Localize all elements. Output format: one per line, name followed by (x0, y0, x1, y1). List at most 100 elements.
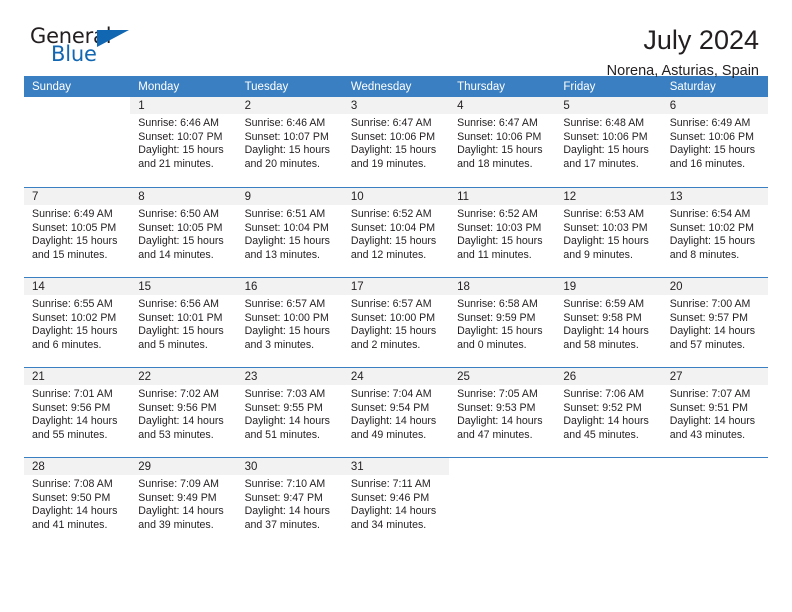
day-cell-18[interactable]: 18 Sunrise: 6:58 AM Sunset: 9:59 PM Dayligh… (449, 278, 556, 367)
day-info-line: Sunrise: 7:08 AM (32, 478, 113, 490)
day-info-line: Sunrise: 6:46 AM (244, 117, 326, 129)
day-cell-9[interactable]: 9 Sunrise: 6:51 AM Sunset: 10:04 PM Dayligh… (236, 188, 343, 277)
day-info-line: and 21 minutes. (138, 157, 214, 170)
day-sun-info: Sunrise: 7:01 AM Sunset: 9:56 PM Daylight:… (24, 385, 130, 442)
day-info-line: Sunset: 10:04 PM (244, 221, 329, 234)
day-sun-info: Sunrise: 6:53 AM Sunset: 10:03 PM Daylight… (555, 205, 661, 262)
day-info-line: Sunrise: 7:00 AM (669, 298, 751, 310)
day-cell-22[interactable]: 22 Sunrise: 7:02 AM Sunset: 9:56 PM Dayligh… (130, 368, 237, 457)
day-info-line: Daylight: 15 hours (457, 235, 543, 248)
day-info-line: Sunrise: 6:55 AM (32, 298, 113, 310)
day-cell-2[interactable]: 2 Sunrise: 6:46 AM Sunset: 10:07 PM Dayligh… (236, 97, 343, 187)
day-info-line: Sunset: 10:06 PM (563, 130, 648, 143)
day-number: 27 (661, 368, 768, 385)
day-cell-25[interactable]: 25 Sunrise: 7:05 AM Sunset: 9:53 PM Dayligh… (449, 368, 556, 457)
day-cell-23[interactable]: 23 Sunrise: 7:03 AM Sunset: 9:55 PM Dayligh… (236, 368, 343, 457)
day-info-line: Sunset: 10:05 PM (138, 221, 223, 234)
day-cell-13[interactable]: 13 Sunrise: 6:54 AM Sunset: 10:02 PM Daylig… (661, 188, 768, 277)
day-info-line: Daylight: 15 hours (669, 144, 756, 157)
day-cell-5[interactable]: 5 Sunrise: 6:48 AM Sunset: 10:06 PM Dayligh… (555, 97, 662, 187)
day-cell-29[interactable]: 29 Sunrise: 7:09 AM Sunset: 9:49 PM Dayligh… (130, 458, 237, 547)
day-info-line: Sunset: 10:00 PM (350, 311, 436, 324)
day-info-line: and 13 minutes. (244, 248, 320, 261)
day-cell-15[interactable]: 15 Sunrise: 6:56 AM Sunset: 10:01 PM Daylig… (130, 278, 237, 367)
day-cell-1[interactable]: 1 Sunrise: 6:46 AM Sunset: 10:07 PM Dayligh… (130, 97, 237, 187)
day-info-line: and 0 minutes. (457, 338, 527, 351)
day-info-line: Sunrise: 6:57 AM (350, 298, 432, 310)
day-cell-empty (24, 97, 130, 187)
day-info-line: Daylight: 15 hours (457, 325, 543, 338)
day-info-line: Sunset: 10:02 PM (32, 311, 117, 324)
day-info-line: and 2 minutes. (350, 338, 421, 351)
day-sun-info: Sunrise: 6:49 AM Sunset: 10:05 PM Daylight… (24, 205, 130, 262)
day-cell-24[interactable]: 24 Sunrise: 7:04 AM Sunset: 9:54 PM Dayligh… (342, 368, 450, 457)
day-info-line: Sunset: 9:56 PM (32, 401, 111, 414)
day-number: 17 (342, 278, 450, 295)
day-cell-27[interactable]: 27 Sunrise: 7:07 AM Sunset: 9:51 PM Dayligh… (661, 368, 768, 457)
day-cell-3[interactable]: 3 Sunrise: 6:47 AM Sunset: 10:06 PM Dayligh… (342, 97, 450, 187)
page-subtitle: Norena, Asturias, Spain (606, 63, 759, 80)
day-cell-empty (555, 458, 661, 547)
day-info-line: Sunset: 9:50 PM (32, 491, 111, 504)
day-sun-info: Sunrise: 6:59 AM Sunset: 9:58 PM Daylight:… (555, 295, 661, 352)
day-number (662, 458, 768, 475)
day-info-line: Daylight: 14 hours (244, 415, 330, 428)
day-info-line: Sunrise: 7:02 AM (138, 388, 219, 400)
day-cell-12[interactable]: 12 Sunrise: 6:53 AM Sunset: 10:03 PM Daylig… (555, 188, 662, 277)
day-info-line: and 3 minutes. (244, 338, 315, 351)
day-cell-16[interactable]: 16 Sunrise: 6:57 AM Sunset: 10:00 PM Daylig… (236, 278, 343, 367)
day-info-line: Sunrise: 7:11 AM (350, 478, 431, 490)
day-cell-26[interactable]: 26 Sunrise: 7:06 AM Sunset: 9:52 PM Dayligh… (555, 368, 662, 457)
day-info-line: Daylight: 15 hours (244, 325, 330, 338)
day-number: 31 (342, 458, 450, 475)
day-sun-info: Sunrise: 6:48 AM Sunset: 10:06 PM Daylight… (555, 114, 661, 171)
day-info-line: Sunset: 9:58 PM (563, 311, 642, 324)
day-cell-10[interactable]: 10 Sunrise: 6:52 AM Sunset: 10:04 PM Daylig… (342, 188, 450, 277)
day-info-line: Daylight: 14 hours (350, 505, 437, 518)
day-info-line: and 15 minutes. (32, 248, 108, 261)
day-cell-28[interactable]: 28 Sunrise: 7:08 AM Sunset: 9:50 PM Dayligh… (24, 458, 131, 547)
day-cell-31[interactable]: 31 Sunrise: 7:11 AM Sunset: 9:46 PM Dayligh… (342, 458, 450, 547)
day-info-line: Daylight: 15 hours (669, 235, 756, 248)
day-sun-info: Sunrise: 6:47 AM Sunset: 10:06 PM Daylight… (449, 114, 555, 171)
day-info-line: and 57 minutes. (669, 338, 746, 351)
generalblue-logo[interactable]: General Blue (24, 26, 136, 70)
day-sun-info: Sunrise: 7:10 AM Sunset: 9:47 PM Daylight:… (237, 475, 343, 532)
day-number: 26 (555, 368, 662, 385)
calendar-grid: Sunday Monday Tuesday Wednesday Thursday Frid… (24, 76, 768, 547)
day-info-line: and 6 minutes. (32, 338, 102, 351)
day-info-line: Sunset: 10:06 PM (457, 130, 542, 143)
day-info-line: Sunrise: 7:05 AM (457, 388, 538, 400)
day-sun-info: Sunrise: 7:04 AM Sunset: 9:54 PM Daylight:… (343, 385, 449, 442)
day-number: 29 (130, 458, 237, 475)
day-info-line: Daylight: 15 hours (350, 325, 437, 338)
day-cell-6[interactable]: 6 Sunrise: 6:49 AM Sunset: 10:06 PM Dayligh… (661, 97, 768, 187)
day-cell-empty (662, 458, 768, 547)
day-cell-19[interactable]: 19 Sunrise: 6:59 AM Sunset: 9:58 PM Dayligh… (555, 278, 662, 367)
day-info-line: Daylight: 14 hours (350, 415, 437, 428)
day-sun-info: Sunrise: 7:11 AM Sunset: 9:46 PM Daylight:… (343, 475, 449, 532)
day-cell-7[interactable]: 7 Sunrise: 6:49 AM Sunset: 10:05 PM Dayligh… (24, 188, 131, 277)
day-number: 6 (661, 97, 768, 114)
day-info-line: Daylight: 15 hours (244, 235, 330, 248)
day-info-line: Sunset: 10:01 PM (138, 311, 223, 324)
day-info-line: Daylight: 14 hours (138, 505, 224, 518)
day-info-line: and 19 minutes. (350, 157, 427, 170)
day-cell-20[interactable]: 20 Sunrise: 7:00 AM Sunset: 9:57 PM Dayligh… (661, 278, 768, 367)
day-info-line: and 51 minutes. (244, 428, 320, 441)
day-cell-11[interactable]: 11 Sunrise: 6:52 AM Sunset: 10:03 PM Daylig… (449, 188, 556, 277)
weekday-header-tuesday: Tuesday (244, 80, 289, 93)
day-number: 5 (555, 97, 662, 114)
day-info-line: Daylight: 15 hours (563, 235, 649, 248)
day-info-line: and 47 minutes. (457, 428, 533, 441)
day-cell-30[interactable]: 30 Sunrise: 7:10 AM Sunset: 9:47 PM Dayligh… (236, 458, 343, 547)
day-cell-21[interactable]: 21 Sunrise: 7:01 AM Sunset: 9:56 PM Dayligh… (24, 368, 131, 457)
day-info-line: Daylight: 15 hours (138, 144, 224, 157)
day-sun-info: Sunrise: 6:52 AM Sunset: 10:04 PM Daylight… (343, 205, 449, 262)
day-cell-17[interactable]: 17 Sunrise: 6:57 AM Sunset: 10:00 PM Daylig… (342, 278, 450, 367)
day-cell-8[interactable]: 8 Sunrise: 6:50 AM Sunset: 10:05 PM Dayligh… (130, 188, 237, 277)
day-cell-4[interactable]: 4 Sunrise: 6:47 AM Sunset: 10:06 PM Dayligh… (449, 97, 556, 187)
weekday-header-thursday: Thursday (457, 80, 506, 93)
day-cell-14[interactable]: 14 Sunrise: 6:55 AM Sunset: 10:02 PM Daylig… (24, 278, 131, 367)
day-number: 12 (555, 188, 662, 205)
